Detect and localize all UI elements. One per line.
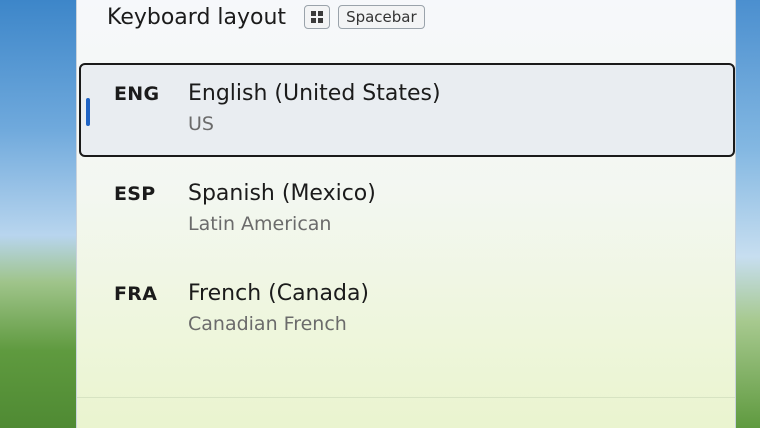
layout-variant: Canadian French xyxy=(188,313,347,335)
spacebar-key: Spacebar xyxy=(338,5,425,29)
layout-language: English (United States) xyxy=(188,81,441,106)
layout-language: Spanish (Mexico) xyxy=(188,181,376,206)
desktop-wallpaper-left xyxy=(0,0,76,428)
flyout-header: Keyboard layout Spacebar xyxy=(107,0,425,34)
windows-key-icon xyxy=(304,5,331,29)
layout-code: ESP xyxy=(114,183,156,205)
layout-item-fra[interactable]: FRA French (Canada) Canadian French xyxy=(79,263,735,357)
layout-code: ENG xyxy=(114,83,160,105)
flyout-title: Keyboard layout xyxy=(107,4,287,30)
layout-item-eng[interactable]: ENG English (United States) US xyxy=(79,63,735,157)
layout-language: French (Canada) xyxy=(188,281,370,306)
input-switcher-flyout: Keyboard layout Spacebar ENG English (Un… xyxy=(76,0,736,428)
layout-code: FRA xyxy=(114,283,158,305)
layout-variant: US xyxy=(188,113,214,135)
keyboard-layout-list: ENG English (United States) US ESP Spani… xyxy=(79,63,735,363)
selection-indicator xyxy=(86,98,90,126)
desktop-wallpaper-right xyxy=(736,0,760,428)
layout-variant: Latin American xyxy=(188,213,332,235)
layout-item-esp[interactable]: ESP Spanish (Mexico) Latin American xyxy=(79,163,735,257)
footer-divider xyxy=(77,397,735,398)
